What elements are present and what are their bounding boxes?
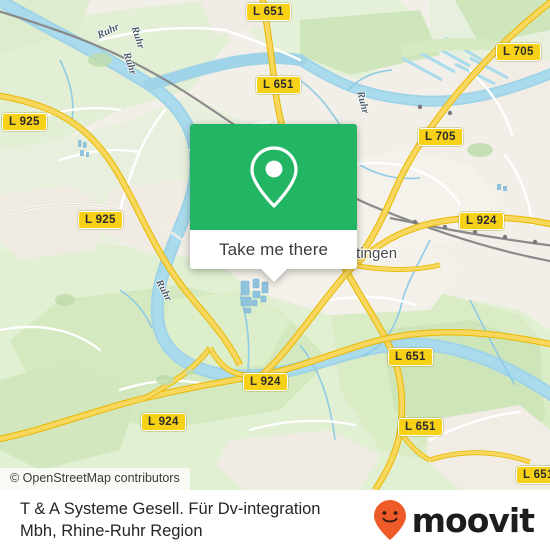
road-shield[interactable]: L 925: [78, 211, 123, 229]
map-pin-icon: [249, 146, 298, 208]
callout-icon-panel: [190, 124, 357, 230]
take-me-there-label: Take me there: [218, 239, 329, 259]
moovit-pin-smiley-icon: [373, 500, 406, 540]
road-shield[interactable]: L 924: [243, 373, 288, 391]
place-label-hattingen: ttingen: [352, 245, 398, 262]
road-shield[interactable]: L 651: [516, 466, 550, 484]
road-shield[interactable]: L 924: [141, 413, 186, 431]
road-shield[interactable]: L 651: [398, 418, 443, 436]
road-shield[interactable]: L 925: [2, 113, 47, 131]
road-shield[interactable]: L 651: [388, 348, 433, 366]
footer-bar: T & A Systeme Gesell. Für Dv-integration…: [0, 490, 550, 550]
moovit-logo[interactable]: moovit: [372, 499, 535, 541]
road-shield[interactable]: L 651: [256, 76, 301, 94]
moovit-map-screenshot: Ruhr Ruhr Ruhr Ruhr Ruhr ttingen L 651 L…: [0, 0, 550, 550]
location-title: T & A Systeme Gesell. Für Dv-integration…: [20, 500, 321, 540]
callout-tail: [259, 268, 288, 282]
map-attribution[interactable]: © OpenStreetMap contributors: [0, 468, 190, 490]
road-shield[interactable]: L 651: [246, 3, 291, 21]
take-me-there-callout[interactable]: Take me there: [190, 124, 357, 282]
moovit-wordmark: moovit: [411, 500, 535, 540]
callout-button-panel[interactable]: Take me there: [190, 230, 357, 282]
road-shield[interactable]: L 705: [496, 43, 541, 61]
road-shield[interactable]: L 705: [418, 128, 463, 146]
road-shield[interactable]: L 924: [459, 212, 504, 230]
